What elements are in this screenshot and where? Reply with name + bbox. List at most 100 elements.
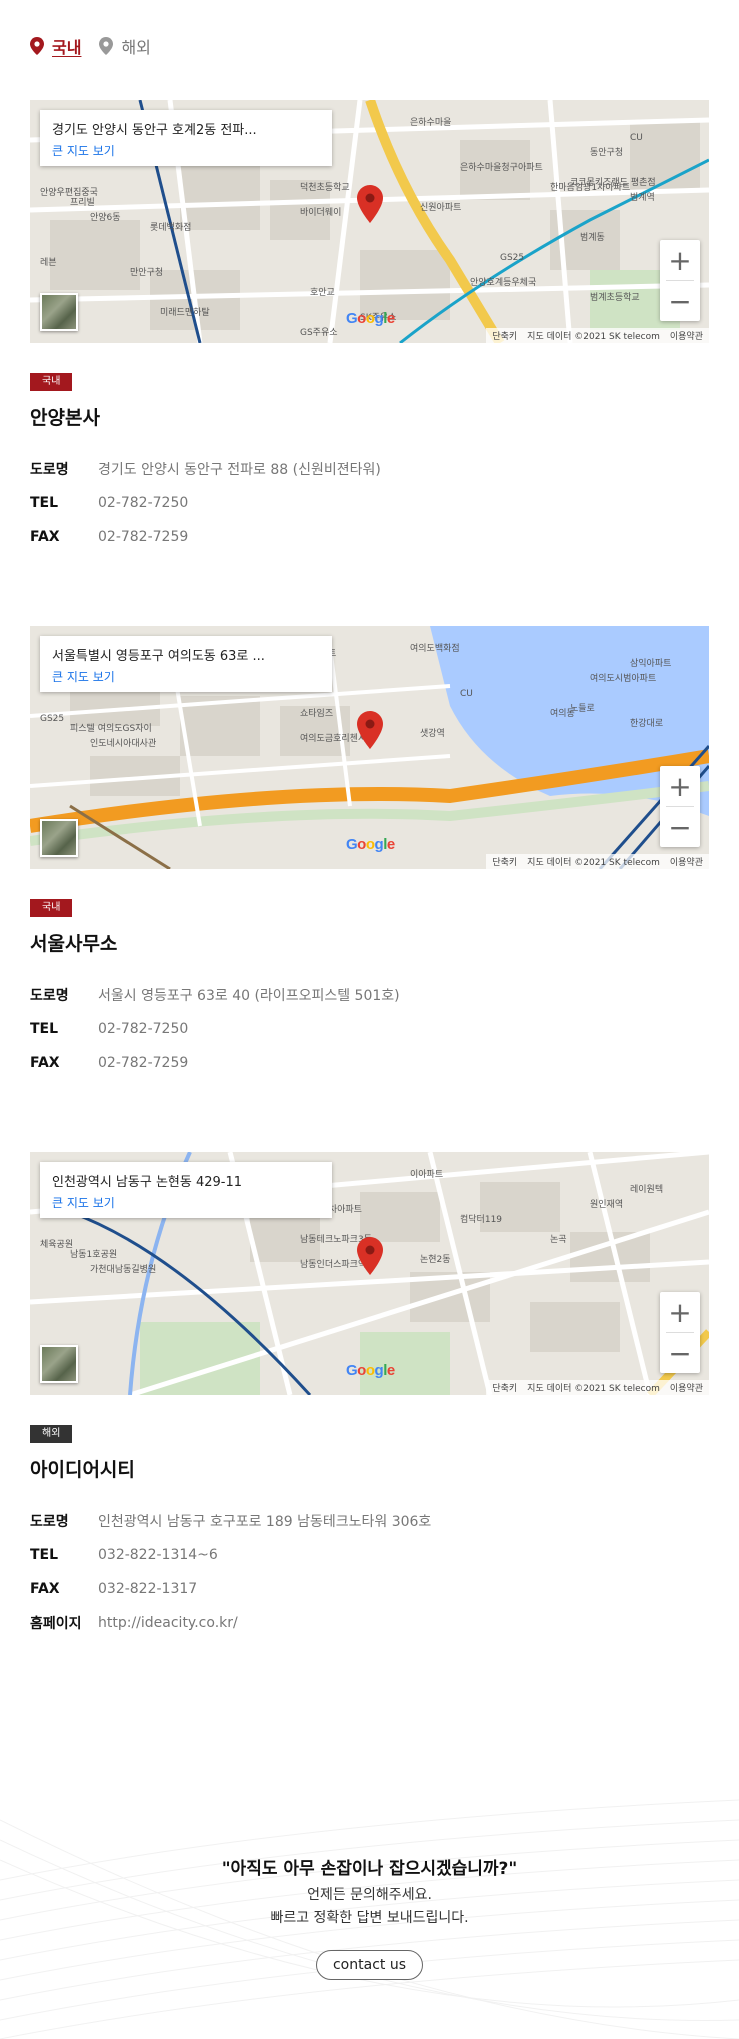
keyboard-shortcuts-link[interactable]: 단축키 — [492, 1381, 517, 1394]
map-place-label: 프리빌 — [70, 197, 95, 208]
map-attribution: 단축키 지도 데이터 ©2021 SK telecom 이용약관 — [486, 1380, 709, 1395]
big-map-link[interactable]: 큰 지도 보기 — [52, 668, 320, 685]
info-key: TEL — [30, 1547, 59, 1563]
info-value: 02-782-7250 — [98, 495, 189, 511]
map-data-text: 지도 데이터 ©2021 SK telecom — [527, 1384, 660, 1394]
homepage-link[interactable]: http://ideacity.co.kr/ — [98, 1615, 238, 1631]
map-place-label: 바이더웨이 — [300, 206, 341, 218]
zoom-in-button[interactable]: + — [660, 1292, 700, 1332]
zoom-in-button[interactable]: + — [660, 240, 700, 280]
satellite-toggle[interactable] — [40, 1345, 78, 1383]
map-place-label: CU — [460, 689, 473, 699]
zoom-out-button[interactable]: − — [660, 1333, 700, 1373]
office-name: 안양본사 — [30, 407, 100, 429]
region-tabs: 국내 해외 — [30, 34, 151, 58]
google-logo: Google — [346, 310, 395, 327]
office-info: 도로명 경기도 안양시 동안구 전파로 88 (신원비젼타워) TEL 02-782… — [30, 452, 709, 554]
info-key: 도로명 — [30, 988, 69, 1004]
info-key: 도로명 — [30, 1514, 69, 1530]
map-place-label: 논곡 — [550, 1234, 567, 1245]
terms-link[interactable]: 이용약관 — [670, 329, 703, 342]
map-place-label: 범계초등학교 — [590, 291, 640, 303]
map-place-label: 이아파트 — [410, 1169, 443, 1180]
terms-link[interactable]: 이용약관 — [670, 1381, 703, 1394]
info-row-fax: FAX 02-782-7259 — [30, 1046, 709, 1080]
map-info-card: 경기도 안양시 동안구 호계2동 전파... 큰 지도 보기 — [40, 110, 332, 166]
map-place-label: 동안구청 — [590, 147, 623, 158]
office-name: 아이디어시티 — [30, 1459, 135, 1481]
map-place-label: 덕천초등학교 — [300, 182, 350, 193]
map-address: 경기도 안양시 동안구 호계2동 전파... — [52, 123, 257, 138]
info-row-tel: TEL 032-822-1314~6 — [30, 1538, 709, 1572]
map-place-label: 여의도시범아파트 — [590, 672, 656, 684]
map-attribution: 단축키 지도 데이터 ©2021 SK telecom 이용약관 — [486, 854, 709, 869]
tab-domestic-label: 국내 — [52, 38, 82, 57]
zoom-out-button[interactable]: − — [660, 281, 700, 321]
map-place-label: 신원아파트 — [420, 202, 461, 213]
info-key: TEL — [30, 495, 59, 511]
tab-domestic[interactable]: 국내 — [30, 34, 81, 58]
zoom-in-button[interactable]: + — [660, 766, 700, 806]
map-place-label: 만안구청 — [130, 267, 163, 278]
map-place-label: 범계동 — [580, 231, 605, 243]
zoom-control: + − — [660, 240, 700, 321]
map-place-label: 레븐 — [40, 257, 57, 268]
office-ideacity: 세븐일레븐CU이아파트원인재역연수우성2차아파트남동테크노파크3동컴닥터119레… — [30, 1152, 709, 1640]
map-place-label: GS25 — [500, 253, 524, 263]
office-info: 도로명 인천광역시 남동구 호구포로 189 남동테크노타워 306호 TEL 03… — [30, 1504, 709, 1640]
info-value: 서울시 영등포구 63로 40 (라이프오피스텔 501호) — [98, 988, 400, 1004]
map-place-label: 코코몽키즈랜드 평촌점 — [570, 176, 656, 188]
info-row-address: 도로명 경기도 안양시 동안구 전파로 88 (신원비젼타워) — [30, 452, 709, 486]
map-place-label: 컴닥터119 — [460, 1213, 502, 1225]
tab-overseas[interactable]: 해외 — [99, 34, 151, 58]
satellite-toggle[interactable] — [40, 819, 78, 857]
info-value: 032-822-1314~6 — [98, 1547, 218, 1563]
big-map-link[interactable]: 큰 지도 보기 — [52, 1194, 320, 1211]
terms-link[interactable]: 이용약관 — [670, 855, 703, 868]
info-key: FAX — [30, 529, 60, 545]
map-address: 인천광역시 남동구 논현동 429-11 — [52, 1175, 243, 1190]
info-value: 032-822-1317 — [98, 1581, 198, 1597]
info-value: 02-782-7259 — [98, 1055, 189, 1071]
map-place-label: 은하수마을청구아파트 — [460, 162, 543, 173]
map-place-label: 인도네시아대사관 — [90, 738, 156, 749]
office-name: 서울사무소 — [30, 933, 118, 955]
zoom-control: + − — [660, 1292, 700, 1373]
contact-us-button[interactable]: contact us — [316, 1950, 423, 1980]
map-place-label: 피스텔 여의도GS자이 — [70, 722, 152, 734]
map-address: 서울특별시 영등포구 여의도동 63로 ... — [52, 649, 265, 664]
map-place-label: 롯데백화점 — [150, 221, 191, 233]
region-badge: 국내 — [30, 899, 73, 917]
map-place-label: 여의도백화점 — [410, 642, 460, 654]
map-marker-icon[interactable] — [357, 185, 383, 223]
satellite-toggle[interactable] — [40, 293, 78, 331]
banner-line-1: 언제든 문의해주세요. — [307, 1887, 432, 1903]
office-map[interactable]: 안양시의회부흥고등학교은하수마을동안구청진흥아파트덕천초등학교은하수마을청구아파… — [30, 100, 709, 343]
big-map-link[interactable]: 큰 지도 보기 — [52, 142, 320, 159]
map-place-label: 안양6동 — [90, 212, 121, 223]
banner-quote: "아직도 아무 손잡이나 잡으시겠습니까?" — [221, 1859, 518, 1879]
google-logo: Google — [346, 1362, 395, 1379]
map-place-label: 삼익아파트 — [630, 657, 671, 669]
google-logo: Google — [346, 836, 395, 853]
info-row-tel: TEL 02-782-7250 — [30, 1012, 709, 1046]
keyboard-shortcuts-link[interactable]: 단축키 — [492, 329, 517, 342]
map-place-label: 안양호계등우체국 — [470, 276, 536, 288]
map-place-label: 샛강역 — [420, 728, 445, 739]
map-place-label: 원인재역 — [590, 1199, 623, 1210]
info-row-address: 도로명 인천광역시 남동구 호구포로 189 남동테크노타워 306호 — [30, 1504, 709, 1538]
office-anyang: 안양시의회부흥고등학교은하수마을동안구청진흥아파트덕천초등학교은하수마을청구아파… — [30, 100, 709, 554]
map-place-label: 남동1호공원 — [70, 1249, 117, 1260]
map-place-label: 미래드맨하탈 — [160, 307, 210, 318]
map-place-label: 은하수마을 — [410, 117, 451, 128]
office-map[interactable]: 세븐일레븐CU이아파트원인재역연수우성2차아파트남동테크노파크3동컴닥터119레… — [30, 1152, 709, 1395]
office-map[interactable]: 여의도성당여의도한양아파트여의도백화점여의도시범아파트63빌딩쇼타임즈CU삼익아… — [30, 626, 709, 869]
region-badge: 국내 — [30, 373, 73, 391]
keyboard-shortcuts-link[interactable]: 단축키 — [492, 855, 517, 868]
map-marker-icon[interactable] — [357, 711, 383, 749]
map-place-label: CU — [630, 133, 643, 143]
zoom-out-button[interactable]: − — [660, 807, 700, 847]
map-info-card: 서울특별시 영등포구 여의도동 63로 ... 큰 지도 보기 — [40, 636, 332, 692]
map-data-text: 지도 데이터 ©2021 SK telecom — [527, 858, 660, 868]
map-marker-icon[interactable] — [357, 1237, 383, 1275]
